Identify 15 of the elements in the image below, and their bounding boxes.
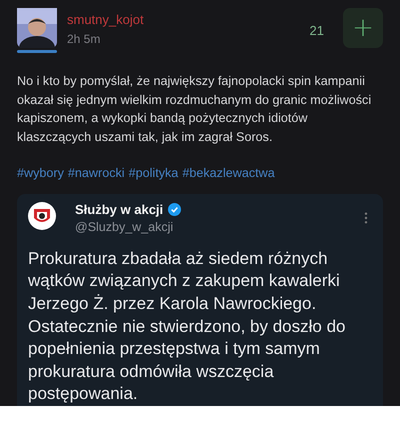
author-link[interactable]: smutny_kojot [67, 12, 310, 27]
post-text: No i kto by pomyślał, że największy fajnopolacki spin kampanii okazał się jednym wielkim rozdmuchanym do granic możliwości kapiszonem, a wykopki bandą pożytecznych idiotów klaszczących uszami tak, jak im zagrał Soros. [17, 73, 372, 146]
hashtag-link[interactable]: #polityka [128, 166, 178, 180]
avatar-underline [17, 50, 57, 53]
account-handle: @Sluzby_w_akcji [75, 220, 174, 234]
hashtag-link[interactable]: #wybory [17, 166, 64, 180]
vote-count: 21 [310, 23, 324, 38]
post-time: 2h 5m [67, 32, 102, 46]
tweet-text: Prokuratura zbadała aż siedem różnych wątków związanych z zakupem kawalerki Jerzego Ż. przez Karola Nawrockiego. Ostatecznie nie stwierdzono, by doszło do popełnienia przestępstwa i tym samym prokuratura odmówiła wszczęcia postępowania. [28, 248, 347, 406]
upvote-button[interactable]: + [343, 8, 383, 48]
hashtag-link[interactable]: #nawrocki [68, 166, 125, 180]
more-options-icon[interactable] [364, 212, 368, 224]
hashtag-link[interactable]: #bekazlewactwa [182, 166, 275, 180]
account-name: Służby w akcji [75, 202, 164, 217]
shield-logo-icon [28, 202, 56, 230]
